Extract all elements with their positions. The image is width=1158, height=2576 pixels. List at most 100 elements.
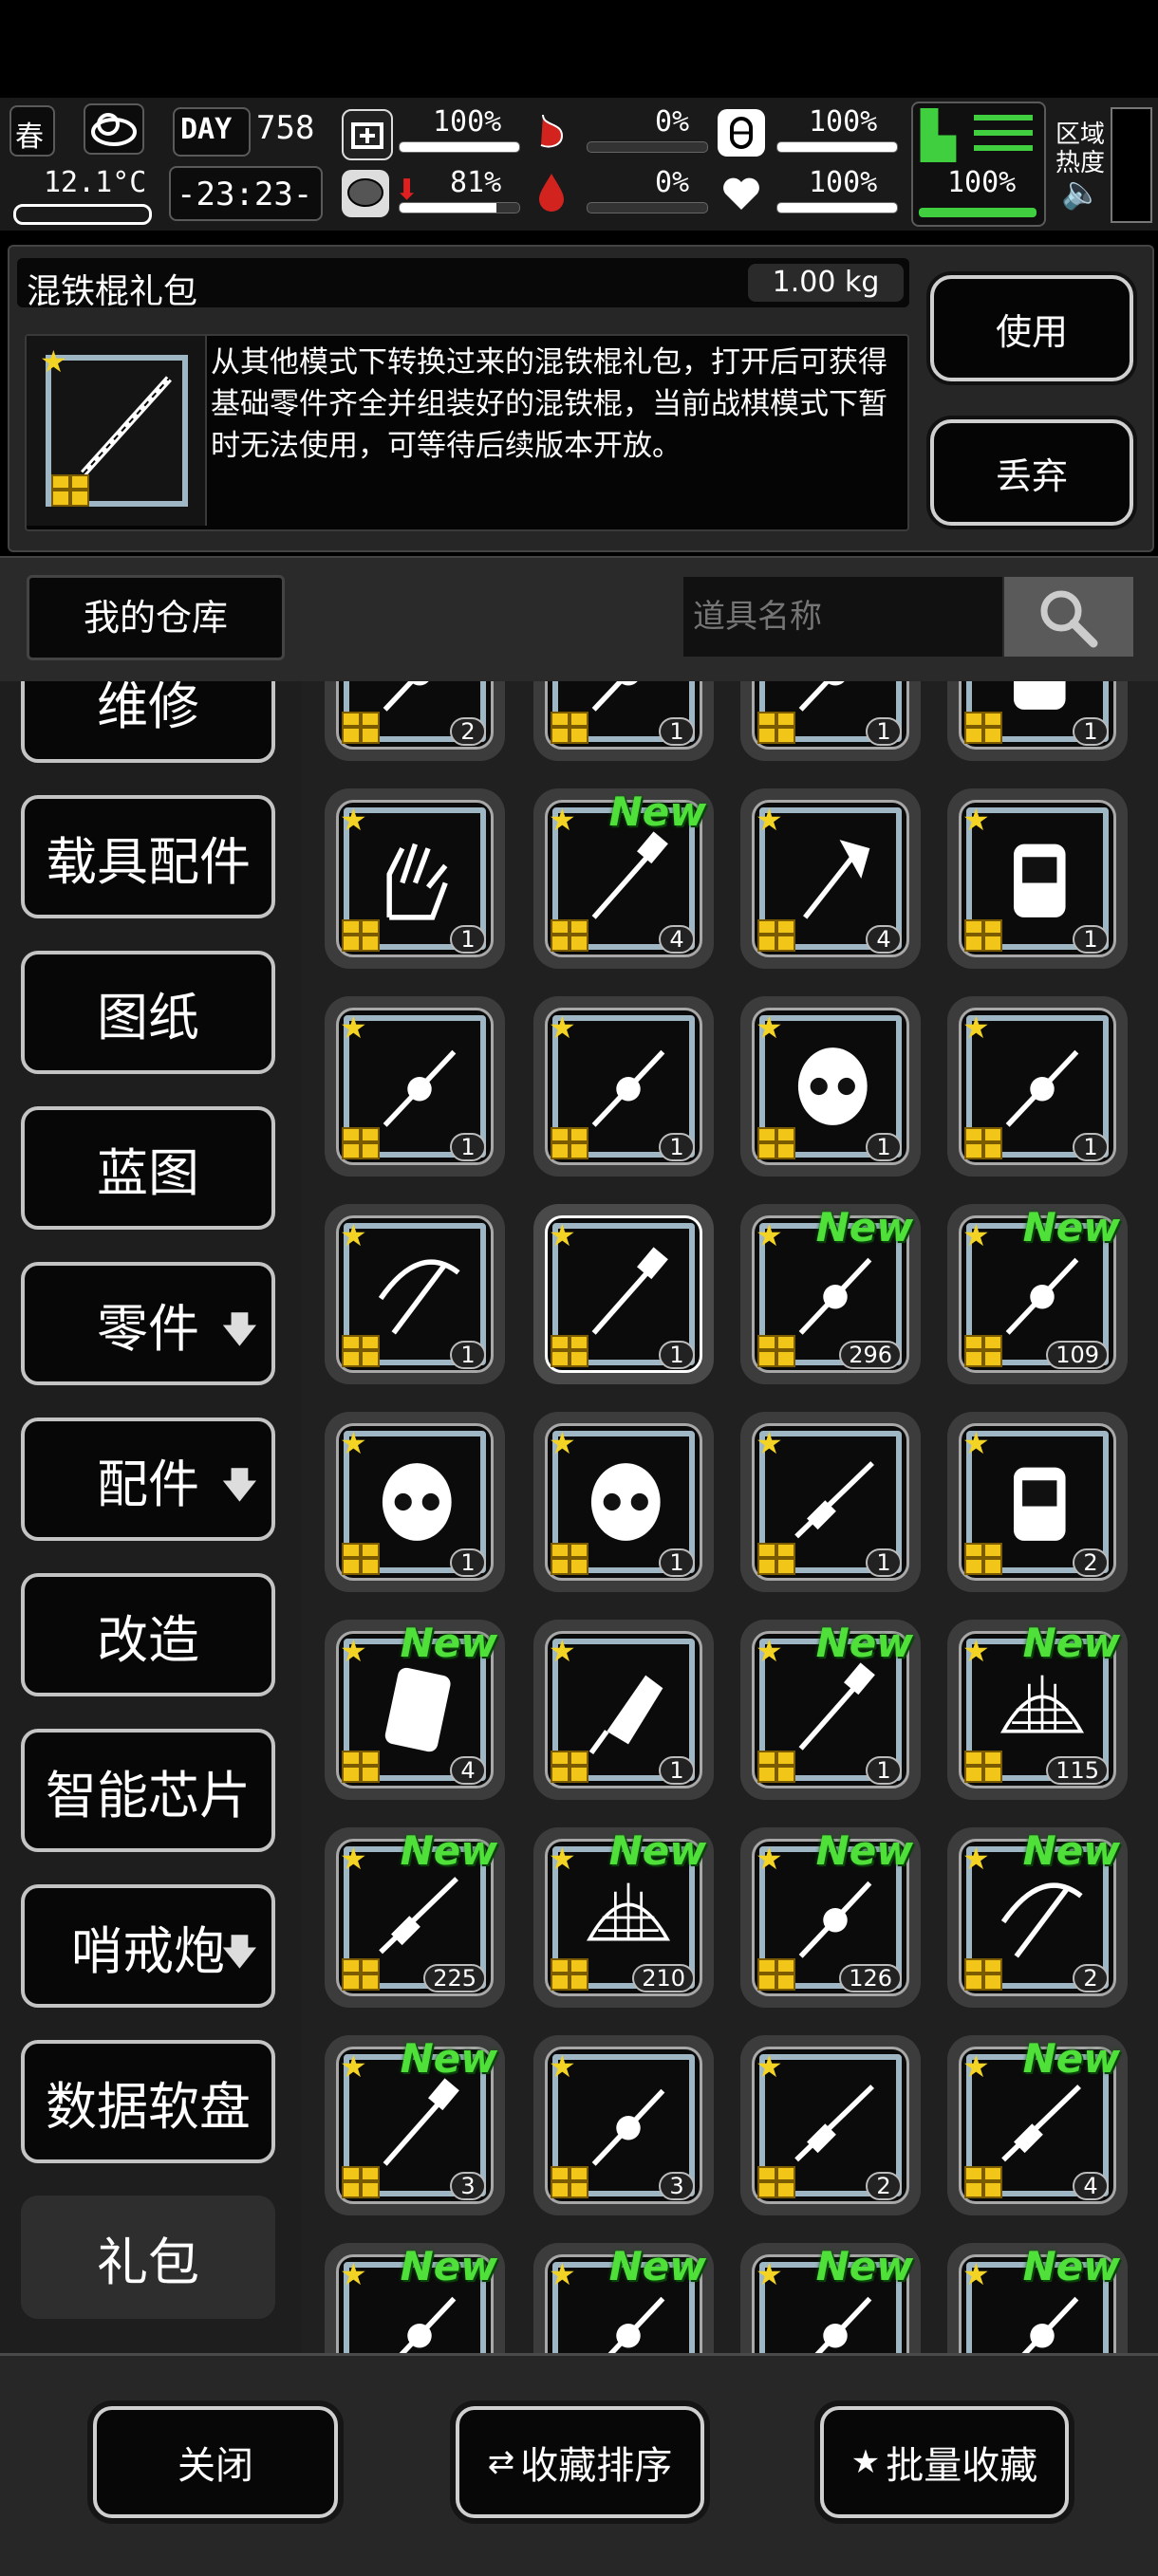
close-button[interactable]: 关闭	[93, 2406, 338, 2518]
favorite-star-icon: ★	[962, 1425, 990, 1461]
favorite-star-icon: ★	[756, 1010, 783, 1046]
inventory-slot[interactable]: ★2	[947, 1412, 1128, 1592]
inventory-slot[interactable]: ★ 4 New	[325, 1620, 505, 1800]
clock-box: -23:23-	[169, 166, 323, 221]
inventory-slot[interactable]: ★ 2 New	[947, 1827, 1128, 2008]
inventory-slot[interactable]: ★1	[533, 1204, 714, 1384]
inventory-slot[interactable]: ★1	[740, 681, 921, 761]
sidebar-item[interactable]: 数据软盘	[21, 2040, 275, 2163]
inventory-slot[interactable]: ★1	[740, 1412, 921, 1592]
new-badge: New	[1022, 1620, 1120, 1666]
sort-favorites-button[interactable]: ⇄ 收藏排序	[456, 2406, 704, 2518]
stamina-line-1	[974, 115, 1033, 120]
gift-icon	[342, 1751, 380, 1783]
discard-button[interactable]: 丢弃	[930, 419, 1133, 526]
iron-staff-icon	[81, 376, 172, 476]
gift-icon	[964, 1335, 1002, 1367]
batch-favorite-button[interactable]: ★ 批量收藏	[820, 2406, 1069, 2518]
sidebar-item[interactable]: 配件 🡇	[21, 1418, 275, 1541]
favorite-star-icon: ★	[549, 1010, 576, 1046]
iron-staff-icon	[591, 1247, 668, 1335]
inventory-slot[interactable]: ★1	[325, 1204, 505, 1384]
inventory-slot[interactable]: ★1	[533, 1412, 714, 1592]
use-button[interactable]: 使用	[930, 275, 1133, 381]
sidebar-item[interactable]: 智能芯片	[21, 1729, 275, 1852]
item-count-badge: 1	[1073, 1133, 1109, 1161]
inventory-slot[interactable]: ★ New	[325, 2243, 505, 2353]
gift-icon	[342, 2166, 380, 2198]
search-input[interactable]	[683, 577, 1002, 657]
sidebar-item[interactable]: 哨戒炮 🡇	[21, 1884, 275, 2008]
chainsaw-large-icon	[591, 2088, 665, 2166]
inventory-slot[interactable]: ★1	[325, 996, 505, 1177]
gift-icon	[757, 1751, 795, 1783]
gift-icon	[757, 919, 795, 952]
search-button[interactable]	[1004, 577, 1133, 657]
item-count-badge: 2	[1073, 1964, 1109, 1992]
inventory-slot[interactable]: ★ 126 New	[740, 1827, 921, 2008]
inventory-slot[interactable]: ★ 3 New	[325, 2035, 505, 2215]
inventory-slot[interactable]: ★1	[947, 788, 1128, 969]
inventory-slot[interactable]: ★1	[533, 996, 714, 1177]
gift-icon	[551, 919, 588, 952]
inventory-slot[interactable]: ★2	[325, 681, 505, 761]
inventory-slot[interactable]: ★ 115 New	[947, 1620, 1128, 1800]
item-count-badge: 225	[423, 1964, 486, 1992]
inventory-slot[interactable]: ★1	[947, 996, 1128, 1177]
inventory-slot[interactable]: ★ 109 New	[947, 1204, 1128, 1384]
inventory-slot[interactable]: ★ New	[533, 2243, 714, 2353]
favorite-star-icon: ★	[756, 1425, 783, 1461]
gift-icon	[551, 1751, 588, 1783]
inventory-slot[interactable]: ★ 4 New	[947, 2035, 1128, 2215]
favorite-star-icon: ★	[756, 1633, 783, 1669]
thirst-bar	[587, 202, 708, 213]
gift-icon	[757, 2166, 795, 2198]
favorite-star-icon: ★	[549, 1841, 576, 1877]
gift-icon	[551, 1335, 588, 1367]
sidebar-item[interactable]: 礼包	[21, 2196, 275, 2319]
inventory-slot[interactable]: ★1	[740, 996, 921, 1177]
inventory-slot[interactable]: ★2	[740, 2035, 921, 2215]
item-weight: 1.00 kg	[748, 264, 904, 302]
item-grid[interactable]: ★2★1★1★1★1★4New★4★1★1★1★1★1★1★1★296New★1…	[302, 681, 1158, 2353]
item-count-badge: 1	[1073, 717, 1109, 746]
sidebar-item[interactable]: 载具配件	[21, 795, 275, 918]
inventory-slot[interactable]: ★1	[533, 681, 714, 761]
item-count-badge: 1	[866, 1548, 902, 1577]
inventory-slot[interactable]: ★ 4	[740, 788, 921, 969]
sidebar-item[interactable]: 维修	[21, 681, 275, 763]
expand-arrow-icon: 🡇	[220, 1464, 258, 1506]
inventory-slot[interactable]: ★1	[947, 681, 1128, 761]
inventory-slot[interactable]: ★ 3	[533, 2035, 714, 2215]
compound-bow-icon	[1000, 1882, 1083, 1958]
speaker-icon[interactable]: 🔈	[1061, 174, 1101, 212]
inventory-slot[interactable]: ★ New	[740, 2243, 921, 2353]
flamethrower-icon	[1001, 2085, 1081, 2162]
thirst-value: 0%	[655, 166, 690, 199]
favorite-star-icon: ★	[549, 802, 576, 838]
inventory-slot[interactable]: ★ 296 New	[740, 1204, 921, 1384]
heat-meter	[1111, 107, 1152, 223]
sidebar-item[interactable]: 改造	[21, 1573, 275, 1696]
inventory-slot[interactable]: ★ New	[947, 2243, 1128, 2353]
inventory-slot[interactable]: ★ 210 New	[533, 1827, 714, 2008]
sidebar-item[interactable]: 图纸	[21, 951, 275, 1074]
warehouse-header: 我的仓库	[0, 556, 1158, 683]
inventory-slot[interactable]: ★ 4 New	[533, 788, 714, 969]
season-label: 春	[15, 120, 44, 154]
drill-icon	[1005, 1049, 1079, 1127]
inventory-slot[interactable]: ★1	[325, 788, 505, 969]
gift-icon	[964, 1751, 1002, 1783]
gift-icon	[964, 919, 1002, 952]
bat-icon	[798, 1662, 875, 1751]
item-count-badge: 2	[450, 717, 486, 746]
inventory-slot[interactable]: ★ 1 New	[740, 1620, 921, 1800]
inventory-slot[interactable]: ★1	[533, 1620, 714, 1800]
sidebar-item[interactable]: 蓝图	[21, 1106, 275, 1230]
category-sidebar[interactable]: 维修载具配件图纸蓝图零件 🡇 配件 🡇 改造智能芯片哨戒炮 🡇 数据软盘礼包	[0, 681, 302, 2353]
inventory-slot[interactable]: ★ 225 New	[325, 1827, 505, 2008]
riot-shield-icon	[384, 1667, 451, 1752]
inventory-slot[interactable]: ★1	[325, 1412, 505, 1592]
sidebar-item[interactable]: 零件 🡇	[21, 1262, 275, 1385]
hunger-bar	[587, 141, 708, 153]
